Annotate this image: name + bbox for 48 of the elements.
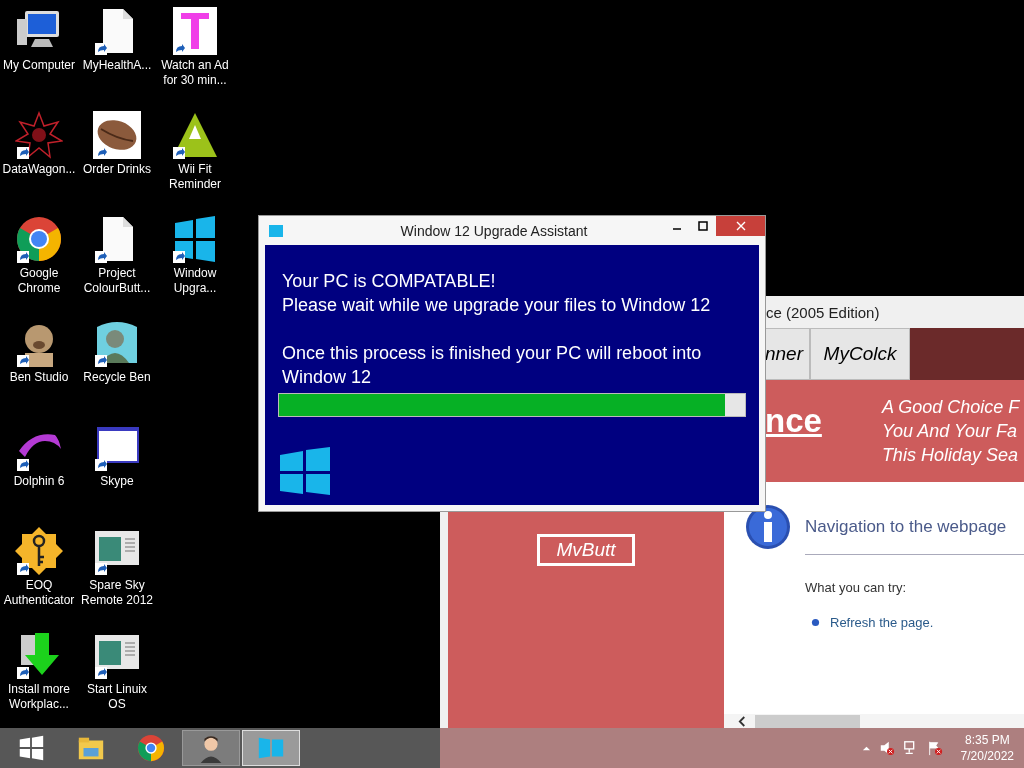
icon-label: Window Upgra... bbox=[173, 266, 217, 296]
icon-label: MyHealthA... bbox=[82, 58, 152, 73]
icon-label: Project ColourButt... bbox=[83, 266, 151, 296]
dialog-title: Window 12 Upgrade Assistant bbox=[399, 222, 589, 239]
app-icon bbox=[268, 222, 284, 239]
tagline: A Good Choice F You And Your Fa This Holiday Sea bbox=[881, 396, 1020, 467]
windows-logo-icon bbox=[278, 447, 332, 495]
icon-label: Google Chrome bbox=[17, 266, 61, 296]
icon-label: Wii Fit Reminder bbox=[169, 162, 221, 192]
help-text: What you can try: bbox=[805, 580, 908, 595]
icon-label: Dolphin 6 bbox=[13, 474, 65, 489]
horizontal-scrollbar[interactable] bbox=[724, 714, 1024, 728]
icon-label: Skype bbox=[100, 474, 134, 489]
bean-icon[interactable] bbox=[93, 111, 141, 159]
side-button[interactable]: MvButt bbox=[537, 534, 635, 566]
error-heading: Navigation to the webpage bbox=[805, 517, 1007, 537]
key-icon[interactable] bbox=[15, 527, 63, 575]
maximize-icon bbox=[698, 221, 708, 231]
clock-date[interactable]: 7/20/2022 bbox=[960, 748, 1014, 764]
icon-label: Ben Studio bbox=[9, 370, 69, 385]
starburst-icon[interactable] bbox=[15, 111, 63, 159]
minimize-icon bbox=[672, 228, 682, 230]
chrome-icon[interactable] bbox=[15, 215, 63, 263]
icon-label: EOQ Authenticator bbox=[3, 578, 75, 608]
icon-label: DataWagon... bbox=[2, 162, 76, 177]
flag-icon[interactable] bbox=[926, 740, 943, 756]
clock-time[interactable]: 8:35 PM bbox=[964, 732, 1010, 748]
site-link[interactable]: nce bbox=[765, 402, 822, 440]
chrome-icon bbox=[136, 733, 166, 763]
taskbar-button[interactable] bbox=[182, 730, 240, 766]
nav-tab[interactable]: MyColck bbox=[810, 328, 910, 380]
window-title: ce (2005 Edition) bbox=[766, 303, 880, 321]
speaker-muted-icon[interactable] bbox=[878, 740, 895, 756]
letter-icon[interactable] bbox=[171, 7, 219, 55]
icon-label: Spare Sky Remote 2012 bbox=[80, 578, 153, 608]
scroll-left-icon[interactable] bbox=[738, 715, 747, 727]
dialog-message: Your PC is COMPATABLE! Please wait while we upgrade your files to Window 12 bbox=[282, 270, 712, 317]
bullet-icon bbox=[811, 618, 820, 627]
triangle-icon[interactable] bbox=[171, 111, 219, 159]
icon-label: Watch an Ad for 30 min... bbox=[161, 58, 229, 88]
icon-label: Install more Workplac... bbox=[8, 682, 70, 712]
icon-label: Recycle Ben bbox=[83, 370, 151, 385]
icon-label: Order Drinks bbox=[83, 162, 151, 177]
refresh-link[interactable]: Refresh the page. bbox=[830, 615, 934, 630]
icon-label: My Computer bbox=[3, 58, 75, 73]
icon-label: Start Linuix OS bbox=[87, 682, 147, 712]
dialog-message: Once this process is finished your PC will reboot into Window 12 bbox=[282, 342, 703, 389]
close-icon bbox=[735, 221, 746, 231]
